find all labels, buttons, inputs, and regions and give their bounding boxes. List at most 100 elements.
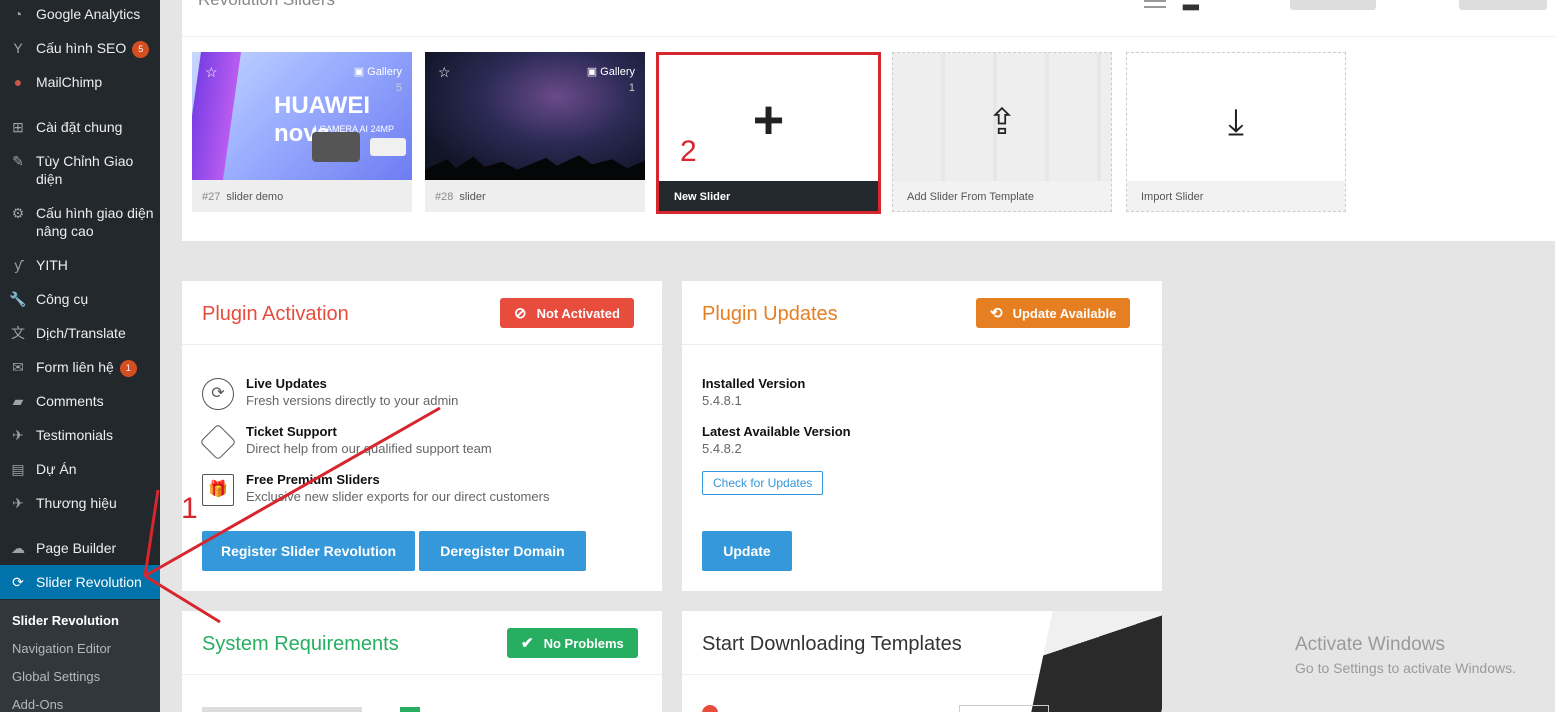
sidebar-item-projects[interactable]: ▤ Dự Án bbox=[0, 460, 160, 478]
check-icon: ✔ bbox=[521, 635, 534, 652]
sidebar-item-seo[interactable]: Y Cấu hình SEO 5 bbox=[0, 39, 160, 58]
submenu-add-ons[interactable]: Add-Ons bbox=[12, 697, 63, 712]
product-image bbox=[370, 138, 406, 156]
system-title: System Requirements bbox=[202, 633, 399, 655]
sort-select[interactable] bbox=[1290, 0, 1376, 10]
image-icon: ▣ bbox=[586, 66, 601, 78]
sliders-panel-header: Revolution Sliders ■■■ bbox=[182, 0, 1555, 37]
list-view-icon[interactable] bbox=[1144, 0, 1166, 8]
import-slider-button[interactable]: ⤓ Import Slider bbox=[1126, 52, 1346, 212]
admin-sidebar: ◔ Google Analytics Y Cấu hình SEO 5 ● MailCh… bbox=[0, 0, 160, 712]
sidebar-item-brands[interactable]: ✈ Thương hiệu bbox=[0, 494, 160, 512]
slide-count: 5 bbox=[395, 82, 402, 94]
yoast-icon: Y bbox=[13, 40, 23, 56]
comment-icon: ▰ bbox=[12, 393, 24, 409]
sidebar-item-tools[interactable]: 🔧 Công cụ bbox=[0, 290, 160, 308]
annotation-step-2: 2 bbox=[680, 135, 697, 168]
sidebar-item-comments[interactable]: ▰ Comments bbox=[0, 392, 160, 410]
requirement-row bbox=[202, 707, 362, 712]
settings-icon: ⊞ bbox=[12, 119, 24, 135]
favorite-star-icon[interactable]: ☆ bbox=[205, 64, 218, 81]
sidebar-item-yith[interactable]: ƴ YITH bbox=[0, 256, 160, 274]
system-requirements-box: System Requirements ✔ No Problems bbox=[182, 611, 662, 712]
sidebar-submenu: Slider Revolution Navigation Editor Glob… bbox=[0, 600, 160, 712]
wrench-icon: 🔧 bbox=[9, 291, 27, 307]
add-from-template-button[interactable]: ⇪ Add Slider From Template bbox=[892, 52, 1112, 212]
sidebar-item-mailchimp[interactable]: ● MailChimp bbox=[0, 73, 160, 91]
update-button[interactable]: Update bbox=[702, 531, 792, 571]
folder-icon: ▤ bbox=[11, 461, 25, 477]
new-slider-label: New Slider bbox=[659, 181, 878, 211]
translate-icon: 文 bbox=[11, 325, 25, 341]
download-tray-icon: ⤓ bbox=[1228, 101, 1244, 142]
windows-activation-watermark: Activate Windows Go to Settings to activ… bbox=[1295, 634, 1516, 676]
submenu-slider-revolution[interactable]: Slider Revolution bbox=[12, 613, 119, 628]
sidebar-item-customize[interactable]: ✎ Tùy Chỉnh Giao diện bbox=[0, 152, 160, 188]
update-available-badge: ⟲ Update Available bbox=[976, 298, 1131, 328]
feature-ticket-support: Ticket Support Direct help from our quali… bbox=[199, 423, 642, 461]
template-collage-image bbox=[1031, 611, 1162, 712]
register-button[interactable]: Register Slider Revolution bbox=[202, 531, 415, 571]
notification-badge: 1 bbox=[119, 360, 137, 377]
library-icon bbox=[702, 705, 718, 712]
sidebar-item-testimonials[interactable]: ✈ Testimonials bbox=[0, 426, 160, 444]
cloud-icon: ☁ bbox=[11, 540, 25, 556]
no-problems-badge: ✔ No Problems bbox=[507, 628, 638, 658]
pin-icon: ✈ bbox=[12, 427, 24, 443]
grid-view-icon[interactable]: ■■■ bbox=[1182, 0, 1200, 14]
sidebar-item-page-builder[interactable]: ☁ Page Builder bbox=[0, 539, 160, 557]
feature-premium-sliders: 🎁 Free Premium Sliders Exclusive new slide… bbox=[202, 472, 642, 508]
refresh-icon: ⟳ bbox=[202, 378, 234, 410]
panel-title: Revolution Sliders bbox=[198, 0, 335, 10]
gift-icon: 🎁 bbox=[202, 474, 234, 506]
deregister-button[interactable]: Deregister Domain bbox=[419, 531, 586, 571]
tag-icon bbox=[199, 423, 237, 461]
activation-title: Plugin Activation bbox=[202, 303, 349, 325]
image-icon: ▣ bbox=[353, 66, 368, 78]
check-updates-button[interactable]: Check for Updates bbox=[702, 471, 824, 495]
new-slider-button[interactable]: + 2 New Slider bbox=[656, 52, 881, 214]
sync-icon: ⟲ bbox=[990, 305, 1003, 322]
mailchimp-icon: ● bbox=[13, 74, 23, 90]
notification-badge: 5 bbox=[132, 41, 150, 58]
slider-card[interactable]: ☆ ▣ Gallery 1 #28 slider bbox=[425, 52, 645, 212]
filter-select[interactable] bbox=[1459, 0, 1547, 10]
plugin-updates-box: Plugin Updates ⟲ Update Available Install… bbox=[682, 281, 1162, 591]
add-template-label: Add Slider From Template bbox=[893, 181, 1111, 211]
yith-icon: ƴ bbox=[14, 257, 22, 273]
installed-version-value: 5.4.8.1 bbox=[702, 393, 742, 408]
feature-live-updates: ⟳ Live Updates Fresh versions directly to … bbox=[202, 376, 642, 412]
ban-icon: ⊘ bbox=[514, 305, 527, 322]
templates-title: Start Downloading Templates bbox=[702, 633, 962, 655]
sliders-panel: Revolution Sliders ■■■ HUAWEI nova 4 CAM… bbox=[182, 0, 1555, 241]
sidebar-item-contact-form[interactable]: ✉ Form liên hệ 1 bbox=[0, 358, 160, 377]
product-image bbox=[312, 132, 360, 162]
favorite-star-icon[interactable]: ☆ bbox=[438, 64, 451, 81]
plugin-activation-box: Plugin Activation ⊘ Not Activated ⟳ Live U… bbox=[182, 281, 662, 591]
brush-icon: ✎ bbox=[12, 153, 24, 169]
not-activated-badge: ⊘ Not Activated bbox=[500, 298, 634, 328]
tree-silhouette bbox=[425, 155, 645, 180]
submenu-global-settings[interactable]: Global Settings bbox=[12, 669, 100, 684]
sidebar-item-google-analytics[interactable]: ◔ Google Analytics bbox=[0, 5, 160, 23]
updates-title: Plugin Updates bbox=[702, 303, 838, 325]
sidebar-item-translate[interactable]: 文 Dịch/Translate bbox=[0, 324, 160, 342]
mail-icon: ✉ bbox=[12, 359, 24, 375]
submenu-navigation-editor[interactable]: Navigation Editor bbox=[12, 641, 111, 656]
check-icon bbox=[400, 707, 420, 712]
installed-version-label: Installed Version bbox=[702, 376, 806, 391]
slider-caption: #27 slider demo bbox=[202, 191, 284, 203]
chart-icon: ◔ bbox=[13, 6, 23, 22]
gear-icon: ⚙ bbox=[11, 205, 25, 221]
sidebar-item-settings[interactable]: ⊞ Cài đặt chung bbox=[0, 118, 160, 136]
library-button[interactable] bbox=[959, 705, 1049, 712]
slider-card[interactable]: HUAWEI nova 4 CAMERA AI 24MP ☆ ▣ Gallery… bbox=[192, 52, 412, 212]
sidebar-item-advanced-theme[interactable]: ⚙ Cấu hình giao diện nâng cao bbox=[0, 204, 160, 240]
pin-icon: ✈ bbox=[12, 495, 24, 511]
latest-version-label: Latest Available Version bbox=[702, 424, 851, 439]
slider-caption: #28 slider bbox=[435, 191, 486, 203]
templates-box: Start Downloading Templates bbox=[682, 611, 1162, 712]
refresh-icon: ⟳ bbox=[12, 574, 24, 590]
sidebar-item-slider-revolution[interactable]: ⟳ Slider Revolution bbox=[0, 565, 160, 599]
annotation-step-1: 1 bbox=[181, 492, 198, 525]
